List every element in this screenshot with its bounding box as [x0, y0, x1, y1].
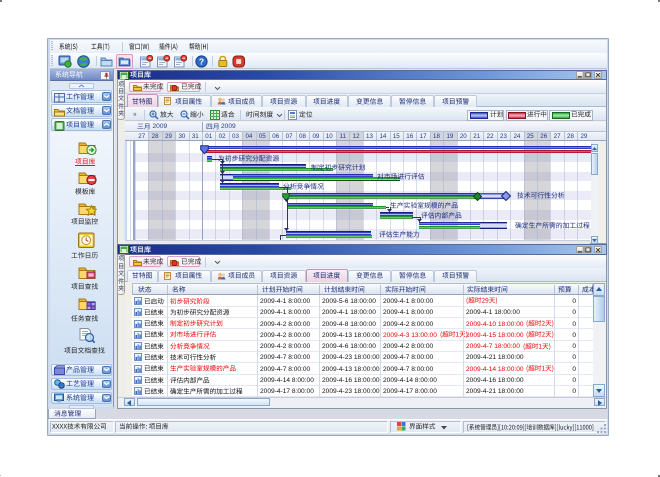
svg-text:?: ?	[199, 57, 204, 67]
